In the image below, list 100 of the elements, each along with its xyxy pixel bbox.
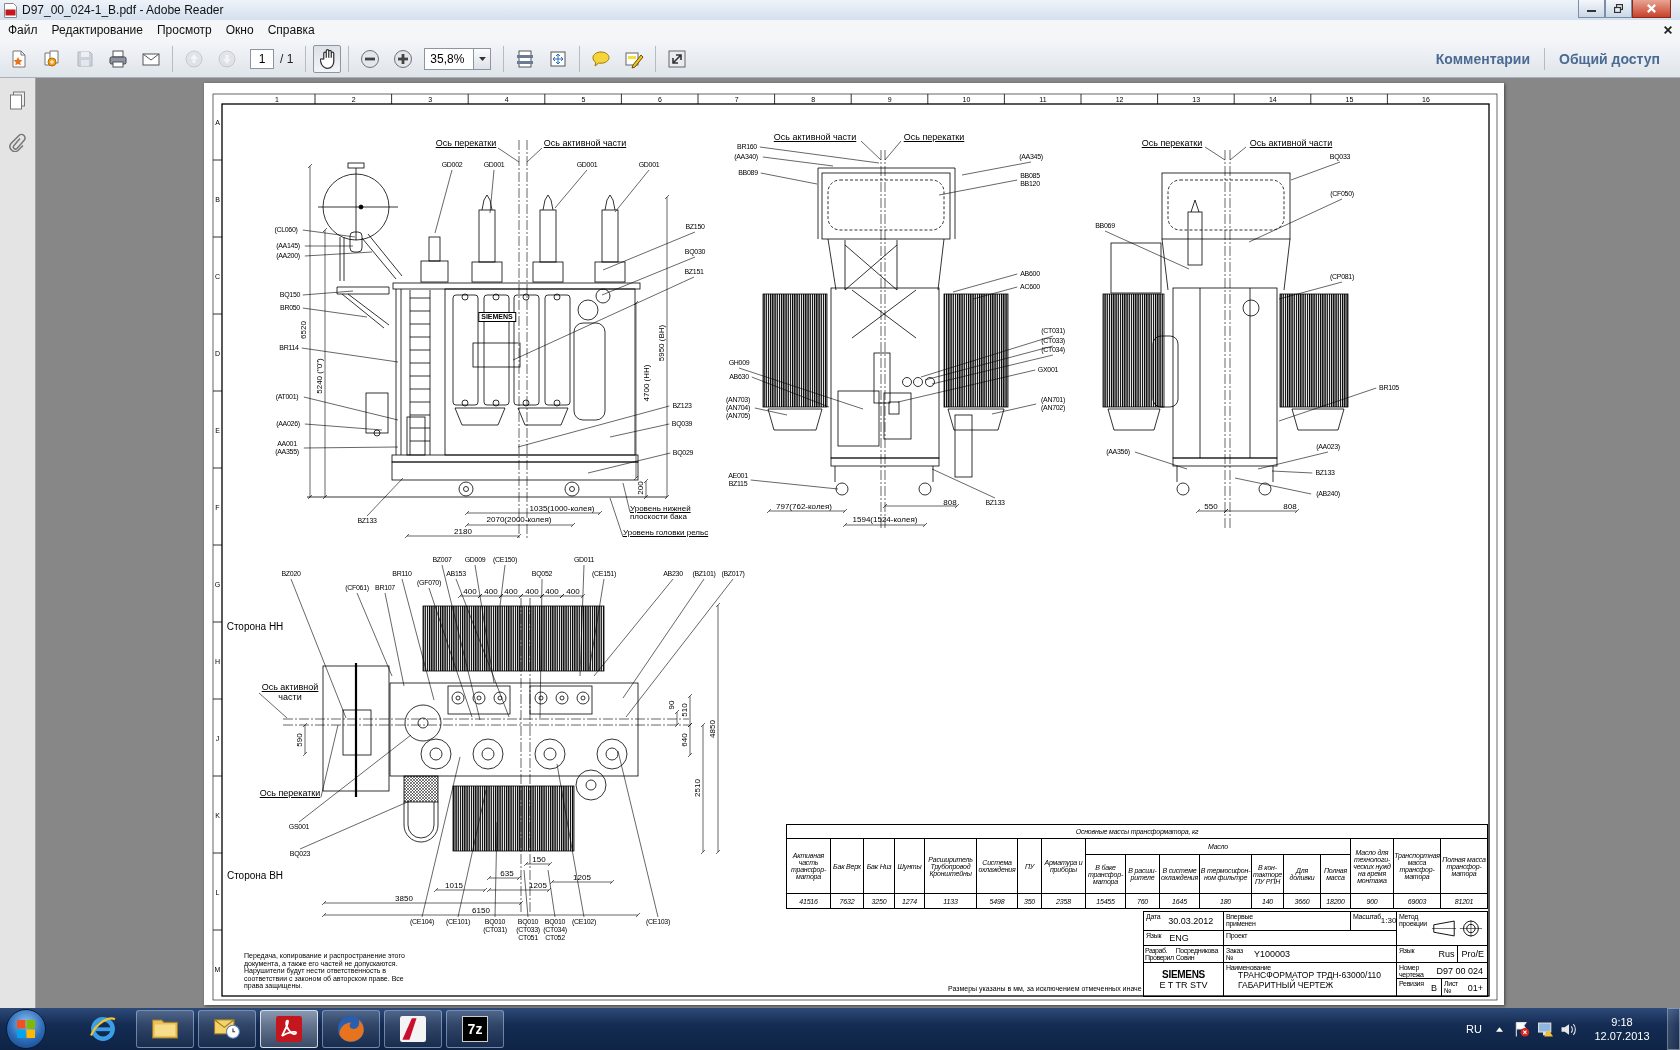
level-label: Уровень нижней плоскости бака [630, 505, 692, 521]
fit-page-icon [515, 48, 536, 69]
show-desktop-button[interactable] [1667, 1008, 1680, 1050]
start-button[interactable] [6, 1009, 46, 1049]
wheel-drawing [918, 482, 932, 496]
printer-icon [108, 48, 128, 69]
envelope-clock-icon [214, 1016, 240, 1042]
taskbar-app-button[interactable]: 7z [446, 1010, 504, 1048]
dimension-line [674, 709, 680, 728]
flag-icon[interactable] [1515, 1021, 1530, 1037]
bushing-drawing [420, 236, 449, 283]
format-value: Pro/E [1460, 948, 1485, 961]
language-value: ENG [1169, 933, 1189, 943]
leader-line [302, 307, 368, 318]
level-label: Уровень головки рельс [623, 529, 710, 537]
close-icon[interactable] [1664, 26, 1672, 34]
dimension-value: 6520 [298, 321, 308, 339]
drawing-title: ГАБАРИТНЫЙ ЧЕРТЕЖ [1237, 980, 1334, 990]
cabinet-drawing [883, 392, 912, 440]
paperclip-icon [9, 132, 26, 152]
caret-up-icon [1495, 1026, 1503, 1032]
menu-item[interactable]: Окно [218, 20, 261, 40]
zoom-field[interactable]: 35,8% [424, 47, 475, 70]
turret-drawing [420, 738, 452, 770]
panel-button[interactable]: Общий доступ [1553, 50, 1666, 67]
side-label: Сторона ВН [226, 871, 284, 881]
minimize-button[interactable] [1578, 0, 1605, 18]
speaker-icon[interactable] [1561, 1021, 1576, 1037]
language-indicator[interactable]: RU [1461, 1023, 1487, 1035]
hand-icon [319, 48, 335, 69]
document-icon [4, 2, 17, 18]
dimension-value: 635 [500, 868, 514, 878]
leader-line [1134, 451, 1188, 470]
menu-item[interactable]: Редактирование [44, 20, 150, 40]
air-dryer-drawing [336, 286, 390, 329]
valve-drawing [451, 691, 465, 705]
side-box-drawing [954, 414, 973, 478]
fan-drawing [947, 408, 1005, 431]
dimension-value: 400 [566, 586, 580, 596]
revision-value: B [1431, 982, 1437, 993]
taskbar-app-button[interactable] [384, 1010, 442, 1048]
maximize-button[interactable] [1605, 0, 1632, 18]
taskbar-app-button[interactable] [198, 1010, 256, 1048]
leader-line [304, 251, 373, 257]
dimension-line [523, 861, 553, 867]
flange-drawing [595, 288, 611, 304]
page-count: / 1 [280, 51, 294, 66]
documents-icon [42, 48, 62, 69]
leader-line [526, 147, 543, 163]
menu-item[interactable]: Просмотр [149, 20, 219, 40]
valve-drawing [576, 691, 590, 705]
triangle-tile-icon [400, 1016, 426, 1042]
taskbar-app-button[interactable] [136, 1010, 194, 1048]
menu-item[interactable]: Файл [1, 20, 45, 40]
dimension-value: 400 [525, 586, 539, 596]
dimension-value: 1205 [529, 880, 547, 890]
leader-line [302, 290, 354, 296]
dimension-line [302, 722, 308, 757]
axis-label: Ось перекатки [1141, 138, 1203, 148]
side-label: Сторона НН [226, 622, 284, 632]
expand-icon [667, 48, 688, 69]
leader-line [1278, 281, 1343, 300]
leader-line [497, 147, 520, 163]
axis-label: Ось активной части [260, 682, 320, 702]
menu-item[interactable]: Справка [260, 20, 322, 40]
dimension-value: 6150 [472, 905, 490, 915]
wheel-drawing [1176, 482, 1190, 496]
dimension-value: 590 [294, 733, 304, 747]
drawing-number: D97 00 024 [1436, 965, 1483, 976]
dimension-value: 640 [679, 733, 689, 747]
dimension-value: 5240 ("0") [314, 358, 324, 394]
leader-line [554, 169, 588, 209]
axis-label: Ось активной части [543, 138, 627, 148]
pages-icon [9, 90, 26, 110]
leader-line [489, 169, 495, 214]
dimension-value: 150 [532, 854, 546, 864]
leader-line [931, 468, 996, 499]
dimension-value: 400 [504, 586, 518, 596]
panel-button[interactable]: Комментарии [1429, 50, 1537, 67]
dimension-value: 1015 [445, 880, 463, 890]
leader-line [523, 869, 529, 918]
leader-line [614, 169, 650, 213]
page-number-field[interactable]: 1 [250, 48, 274, 69]
close-button[interactable] [1632, 0, 1671, 18]
leader-line [302, 229, 356, 238]
axis-label: Ось перекатки [259, 788, 321, 798]
zoom-dropdown-button[interactable] [474, 47, 492, 70]
wheel-drawing [564, 481, 580, 497]
dimension-value: 400 [484, 586, 498, 596]
department-code: E T TR STV [1159, 980, 1208, 990]
speech-bubble-icon [591, 48, 612, 69]
hand-tool-button[interactable] [313, 44, 342, 73]
arrow-up-icon [184, 48, 204, 69]
dimension-value: 400 [545, 586, 559, 596]
wheel-drawing [458, 481, 474, 497]
fan-drawing [575, 769, 607, 801]
clock-button[interactable]: 9:18 12.07.2013 [1582, 1015, 1662, 1043]
dimension-value: 200 [635, 481, 645, 495]
plus-circle-icon [393, 48, 414, 69]
network-icon[interactable] [1538, 1021, 1553, 1037]
